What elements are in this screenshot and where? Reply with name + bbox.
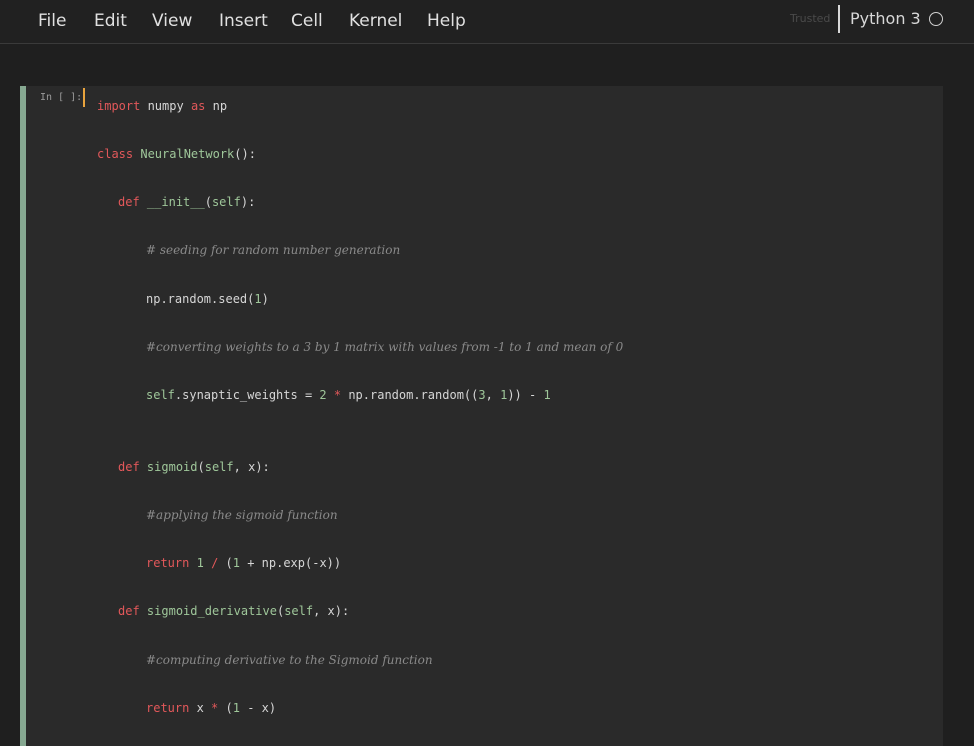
code-line[interactable]: import numpy as np [97,98,227,114]
code-line[interactable]: return x * (1 - x) [146,700,276,716]
code-line[interactable]: self.synaptic_weights = 2 * np.random.ra… [146,387,551,403]
kernel-name[interactable]: Python 3 [850,9,921,28]
code-line[interactable]: class NeuralNetwork(): [97,146,256,162]
kernel-idle-circle-icon [929,12,943,26]
code-line[interactable]: def sigmoid(self, x): [118,459,270,475]
kernel-separator [838,5,840,33]
code-editor[interactable]: import numpy as np class NeuralNetwork()… [20,86,943,746]
menu-cell[interactable]: Cell [291,11,323,31]
menu-kernel[interactable]: Kernel [349,11,402,31]
code-cell[interactable]: In [ ]: import numpy as np class NeuralN… [20,86,943,746]
code-line[interactable]: def sigmoid_derivative(self, x): [118,603,349,619]
menu-insert[interactable]: Insert [219,11,268,31]
trusted-indicator[interactable]: Trusted [790,12,830,25]
code-line[interactable]: #computing derivative to the Sigmoid fun… [146,652,433,668]
code-line[interactable]: def __init__(self): [118,194,255,210]
code-line[interactable]: #applying the sigmoid function [146,507,338,523]
menubar: File Edit View Insert Cell Kernel Help T… [0,0,974,44]
code-line[interactable]: #converting weights to a 3 by 1 matrix w… [146,339,623,355]
menu-file[interactable]: File [38,11,66,31]
menu-view[interactable]: View [152,11,192,31]
code-line[interactable]: np.random.seed(1) [146,291,269,307]
menu-help[interactable]: Help [427,11,466,31]
code-line[interactable]: return 1 / (1 + np.exp(-x)) [146,555,341,571]
code-line[interactable]: # seeding for random number generation [146,242,400,258]
menu-edit[interactable]: Edit [94,11,127,31]
